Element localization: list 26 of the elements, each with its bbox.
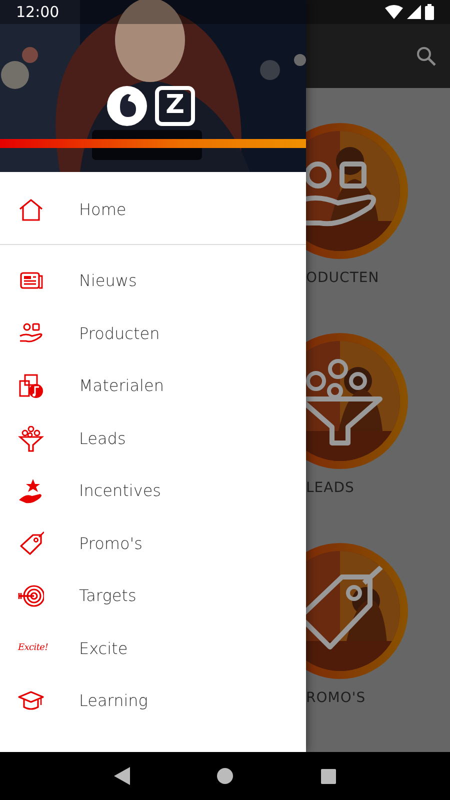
house-icon	[18, 196, 44, 222]
drawer-item[interactable]: Learning	[0, 675, 306, 728]
drawer-item[interactable]: Leads	[0, 412, 306, 465]
media-icon	[18, 373, 44, 400]
tile-label: ROMO'S	[306, 689, 367, 707]
wifi-icon	[385, 5, 403, 19]
drawer-item[interactable]: Promo's	[0, 518, 306, 570]
funnel-icon	[18, 426, 44, 452]
home-icon[interactable]	[217, 768, 234, 784]
overview-icon[interactable]	[321, 768, 336, 784]
tile-label: ODUCTEN	[306, 269, 380, 287]
drawer-item[interactable]: Incentives	[0, 465, 306, 518]
target-icon	[18, 583, 44, 610]
tag-icon	[18, 530, 44, 557]
star-icon	[18, 478, 44, 504]
drawer-item[interactable]: Producten	[0, 308, 306, 360]
tile-label: LEADS	[306, 479, 356, 497]
drawer-item[interactable]: Home	[0, 175, 306, 245]
battery-icon	[425, 4, 434, 20]
drawer-item[interactable]: Nieuws	[0, 255, 306, 308]
drawer-item[interactable]: Targets	[0, 570, 306, 622]
back-icon[interactable]	[114, 767, 130, 785]
search-icon[interactable]	[416, 46, 436, 66]
drawer-item[interactable]: Excite! Excite	[0, 622, 306, 675]
signal-icon	[407, 5, 421, 19]
drawer-item[interactable]: Materialen	[0, 360, 306, 412]
